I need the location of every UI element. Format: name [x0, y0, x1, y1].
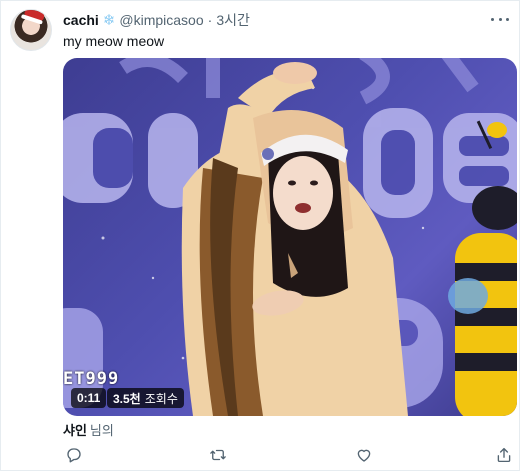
author-name[interactable]: cachi	[63, 12, 99, 28]
snowflake-icon: ❄	[102, 11, 116, 29]
more-options-icon[interactable]	[491, 12, 509, 26]
video-views-badge: 3.5천 조회수	[107, 388, 184, 408]
video-frame	[63, 58, 517, 416]
retweet-icon[interactable]	[207, 444, 229, 466]
avatar[interactable]	[10, 9, 52, 51]
reply-icon[interactable]	[63, 444, 85, 466]
share-icon[interactable]	[493, 444, 515, 466]
santa-hat-decoration	[23, 10, 47, 22]
video-overlay-text: ET999	[63, 369, 120, 389]
tweet-header: cachi ❄ @kimpicasoo · 3시간	[63, 11, 250, 29]
views-count: 3.5천	[113, 391, 141, 406]
video-player[interactable]: ET999 0:11 3.5천 조회수	[63, 58, 517, 416]
attribution-suffix: 님의	[89, 423, 114, 438]
like-icon[interactable]	[353, 444, 375, 466]
header-separator: ·	[207, 12, 213, 28]
author-handle[interactable]: @kimpicasoo	[119, 12, 203, 28]
tweet-timestamp[interactable]: 3시간	[216, 10, 250, 30]
tweet-card[interactable]: cachi ❄ @kimpicasoo · 3시간 my meow meow E…	[0, 0, 520, 471]
attribution-name[interactable]: 샤인	[63, 423, 87, 438]
video-duration-badge: 0:11	[71, 388, 107, 408]
tweet-text: my meow meow	[63, 33, 165, 49]
media-attribution: 샤인 님의	[63, 420, 114, 439]
views-label: 조회수	[144, 391, 178, 406]
tweet-actions-bar	[63, 444, 513, 466]
